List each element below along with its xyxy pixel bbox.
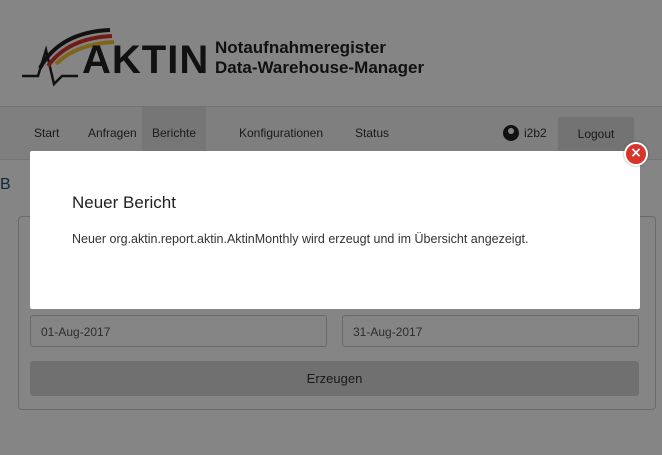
close-icon[interactable]: × bbox=[624, 142, 648, 166]
dialog-title: Neuer Bericht bbox=[72, 193, 176, 212]
dialog-message: Neuer org.aktin.report.aktin.AktinMonthl… bbox=[72, 232, 529, 246]
new-report-dialog: Neuer Bericht Neuer org.aktin.report.akt… bbox=[30, 151, 640, 309]
